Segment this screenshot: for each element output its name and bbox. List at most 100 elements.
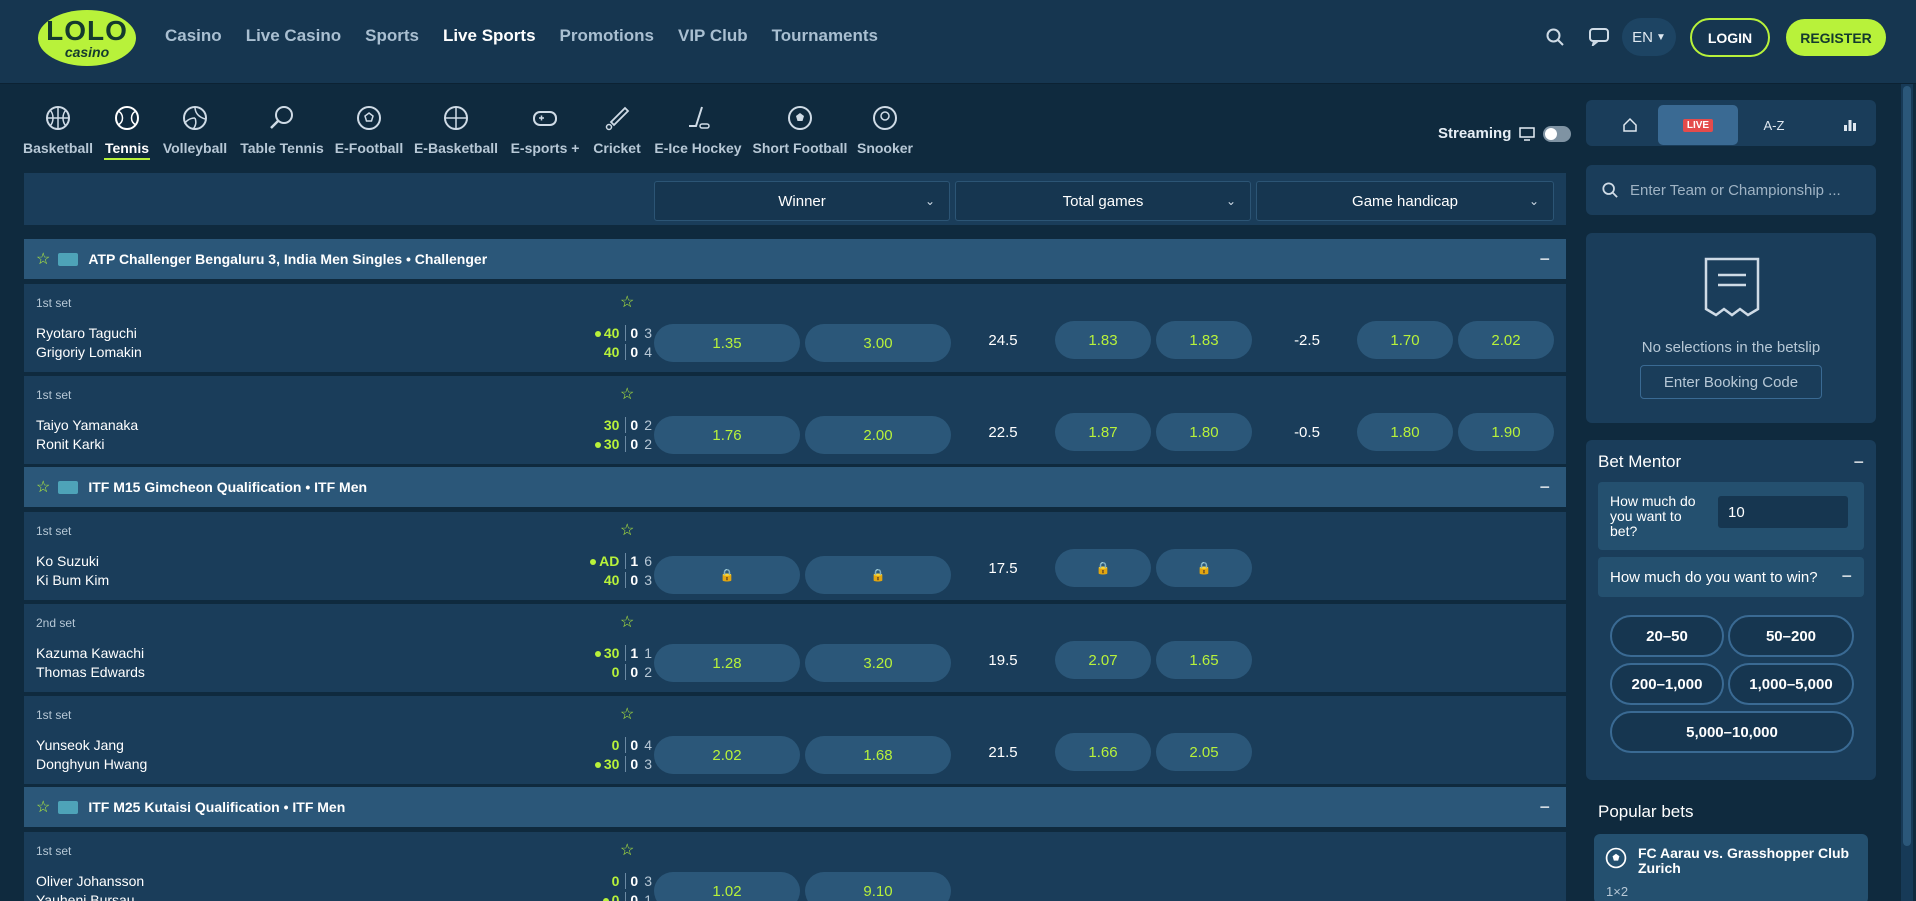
range-button[interactable]: 50–200 bbox=[1728, 615, 1854, 657]
betslip: No selections in the betslip Enter Booki… bbox=[1586, 233, 1876, 423]
scrollbar-thumb[interactable] bbox=[1903, 86, 1911, 846]
star-icon[interactable]: ☆ bbox=[620, 292, 634, 312]
sport-short-football[interactable]: Short Football bbox=[752, 100, 848, 168]
match-row[interactable]: 1st set ☆ Taiyo Yamanaka Ronit Karki 30 0… bbox=[24, 376, 1566, 464]
odds-button[interactable]: 1.68 bbox=[805, 736, 951, 774]
team-search[interactable]: Enter Team or Championship ... bbox=[1586, 165, 1876, 215]
range-button[interactable]: 5,000–10,000 bbox=[1610, 711, 1854, 753]
odds-button[interactable]: 1.83 bbox=[1055, 321, 1151, 359]
sport-volleyball[interactable]: Volleyball bbox=[160, 100, 230, 168]
sport-e-basketball[interactable]: E-Basketball bbox=[412, 100, 500, 168]
sport-snooker[interactable]: Snooker bbox=[856, 100, 914, 168]
scrollbar[interactable] bbox=[1901, 84, 1913, 901]
match-row[interactable]: 1st set ☆ Ryotaro Taguchi Grigoriy Lomak… bbox=[24, 284, 1566, 372]
odds-button[interactable]: 1.02 bbox=[654, 872, 800, 901]
search-icon[interactable] bbox=[1540, 24, 1570, 50]
bet-mentor: Bet Mentor − How much do you want to bet… bbox=[1586, 440, 1876, 780]
odds-button[interactable]: 2.02 bbox=[1458, 321, 1554, 359]
serve-indicator bbox=[594, 651, 601, 658]
odds-button[interactable]: 1.65 bbox=[1156, 641, 1252, 679]
nav-casino[interactable]: Casino bbox=[165, 26, 222, 46]
chat-icon[interactable] bbox=[1584, 24, 1614, 50]
language-selector[interactable]: EN ▼ bbox=[1622, 18, 1676, 56]
odds-button[interactable]: 1.66 bbox=[1055, 733, 1151, 771]
score-player1: AD 1 6 bbox=[564, 553, 652, 569]
market-select-game-handicap[interactable]: Game handicap ⌄ bbox=[1256, 181, 1554, 221]
range-button[interactable]: 1,000–5,000 bbox=[1728, 663, 1854, 705]
live-tab[interactable]: LIVE bbox=[1658, 105, 1738, 145]
sport-tennis[interactable]: Tennis bbox=[104, 100, 150, 168]
odds-button[interactable]: 1.80 bbox=[1357, 413, 1453, 451]
star-icon[interactable]: ☆ bbox=[36, 249, 50, 269]
collapse-icon[interactable]: − bbox=[1841, 566, 1852, 587]
odds-button[interactable]: 1.76 bbox=[654, 416, 800, 454]
odds-button[interactable]: 1.83 bbox=[1156, 321, 1252, 359]
odds-button[interactable]: 2.07 bbox=[1055, 641, 1151, 679]
star-icon[interactable]: ☆ bbox=[36, 477, 50, 497]
sport-e-sports[interactable]: E-sports + bbox=[508, 100, 582, 168]
collapse-icon[interactable]: − bbox=[1853, 452, 1864, 473]
odds-button[interactable]: 1.90 bbox=[1458, 413, 1554, 451]
match-row[interactable]: 1st set ☆ Ko Suzuki Ki Bum Kim AD 1 6 40 0 3… bbox=[24, 512, 1566, 600]
match-row[interactable]: 1st set ☆ Yunseok Jang Donghyun Hwang 00… bbox=[24, 696, 1566, 784]
lolo-casino-logo[interactable]: LOLO casino bbox=[38, 10, 136, 66]
sport-basketball[interactable]: Basketball bbox=[20, 100, 96, 168]
odds-button[interactable]: 1.87 bbox=[1055, 413, 1151, 451]
collapse-icon[interactable]: − bbox=[1539, 797, 1550, 818]
sidebar-tabs: LIVE A-Z bbox=[1586, 100, 1876, 146]
odds-button[interactable]: 2.02 bbox=[654, 736, 800, 774]
sport-cricket[interactable]: Cricket bbox=[590, 100, 644, 168]
sport-e-football[interactable]: E-Football bbox=[334, 100, 404, 168]
streaming-switch[interactable] bbox=[1543, 125, 1572, 142]
nav-live-casino[interactable]: Live Casino bbox=[246, 26, 341, 46]
sport-e-ice-hockey[interactable]: E-Ice Hockey bbox=[652, 100, 744, 168]
streaming-toggle[interactable]: Streaming bbox=[1438, 125, 1572, 142]
bet-amount-input[interactable]: 10 bbox=[1718, 496, 1848, 528]
nav-promotions[interactable]: Promotions bbox=[560, 26, 654, 46]
total-line: 21.5 bbox=[988, 744, 1018, 761]
odds-button[interactable]: 3.00 bbox=[805, 324, 951, 362]
register-button[interactable]: REGISTER bbox=[1786, 19, 1886, 56]
odds-button[interactable]: 1.80 bbox=[1156, 413, 1252, 451]
star-icon[interactable]: ☆ bbox=[620, 612, 634, 632]
range-button[interactable]: 20–50 bbox=[1610, 615, 1724, 657]
league-header[interactable]: ☆ ITF M25 Kutaisi Qualification • ITF Me… bbox=[24, 787, 1566, 827]
nav-live-sports[interactable]: Live Sports bbox=[443, 26, 536, 46]
booking-code-input[interactable]: Enter Booking Code bbox=[1640, 365, 1822, 399]
match-row[interactable]: 1st set ☆ Oliver Johansson Yauheni Bursa… bbox=[24, 832, 1566, 901]
star-icon[interactable]: ☆ bbox=[36, 797, 50, 817]
league-header[interactable]: ☆ ITF M15 Gimcheon Qualification • ITF M… bbox=[24, 467, 1566, 507]
nav-tournaments[interactable]: Tournaments bbox=[772, 26, 878, 46]
nav-sports[interactable]: Sports bbox=[365, 26, 419, 46]
odds-button[interactable]: 9.10 bbox=[805, 872, 951, 901]
collapse-icon[interactable]: − bbox=[1539, 249, 1550, 270]
odds-button[interactable]: 1.70 bbox=[1357, 321, 1453, 359]
stats-tab[interactable] bbox=[1810, 105, 1890, 145]
odds-button[interactable]: 1.28 bbox=[654, 644, 800, 682]
odds-button[interactable]: 2.05 bbox=[1156, 733, 1252, 771]
locked-odds-button: 🔒 bbox=[1055, 549, 1151, 587]
monitor-icon bbox=[1519, 126, 1536, 141]
star-icon[interactable]: ☆ bbox=[620, 520, 634, 540]
range-button[interactable]: 200–1,000 bbox=[1610, 663, 1724, 705]
market-select-total-games[interactable]: Total games ⌄ bbox=[955, 181, 1251, 221]
login-button[interactable]: LOGIN bbox=[1690, 18, 1770, 57]
sport-table-tennis[interactable]: Table Tennis bbox=[238, 100, 326, 168]
total-line: 17.5 bbox=[988, 560, 1018, 577]
star-icon[interactable]: ☆ bbox=[620, 704, 634, 724]
nav-vip-club[interactable]: VIP Club bbox=[678, 26, 748, 46]
az-tab[interactable]: A-Z bbox=[1734, 105, 1814, 145]
match-row[interactable]: 2nd set ☆ Kazuma Kawachi Thomas Edwards … bbox=[24, 604, 1566, 692]
search-icon bbox=[1602, 182, 1618, 198]
star-icon[interactable]: ☆ bbox=[620, 384, 634, 404]
market-select-winner[interactable]: Winner ⌄ bbox=[654, 181, 950, 221]
collapse-icon[interactable]: − bbox=[1539, 477, 1550, 498]
search-input[interactable]: Enter Team or Championship ... bbox=[1630, 182, 1841, 199]
popular-bet-card[interactable]: FC Aarau vs. Grasshopper Club Zurich 1×2 bbox=[1594, 834, 1868, 901]
win-amount-header[interactable]: How much do you want to win? − bbox=[1598, 557, 1864, 597]
odds-button[interactable]: 3.20 bbox=[805, 644, 951, 682]
star-icon[interactable]: ☆ bbox=[620, 840, 634, 860]
league-header[interactable]: ☆ ATP Challenger Bengaluru 3, India Men … bbox=[24, 239, 1566, 279]
odds-button[interactable]: 2.00 bbox=[805, 416, 951, 454]
odds-button[interactable]: 1.35 bbox=[654, 324, 800, 362]
